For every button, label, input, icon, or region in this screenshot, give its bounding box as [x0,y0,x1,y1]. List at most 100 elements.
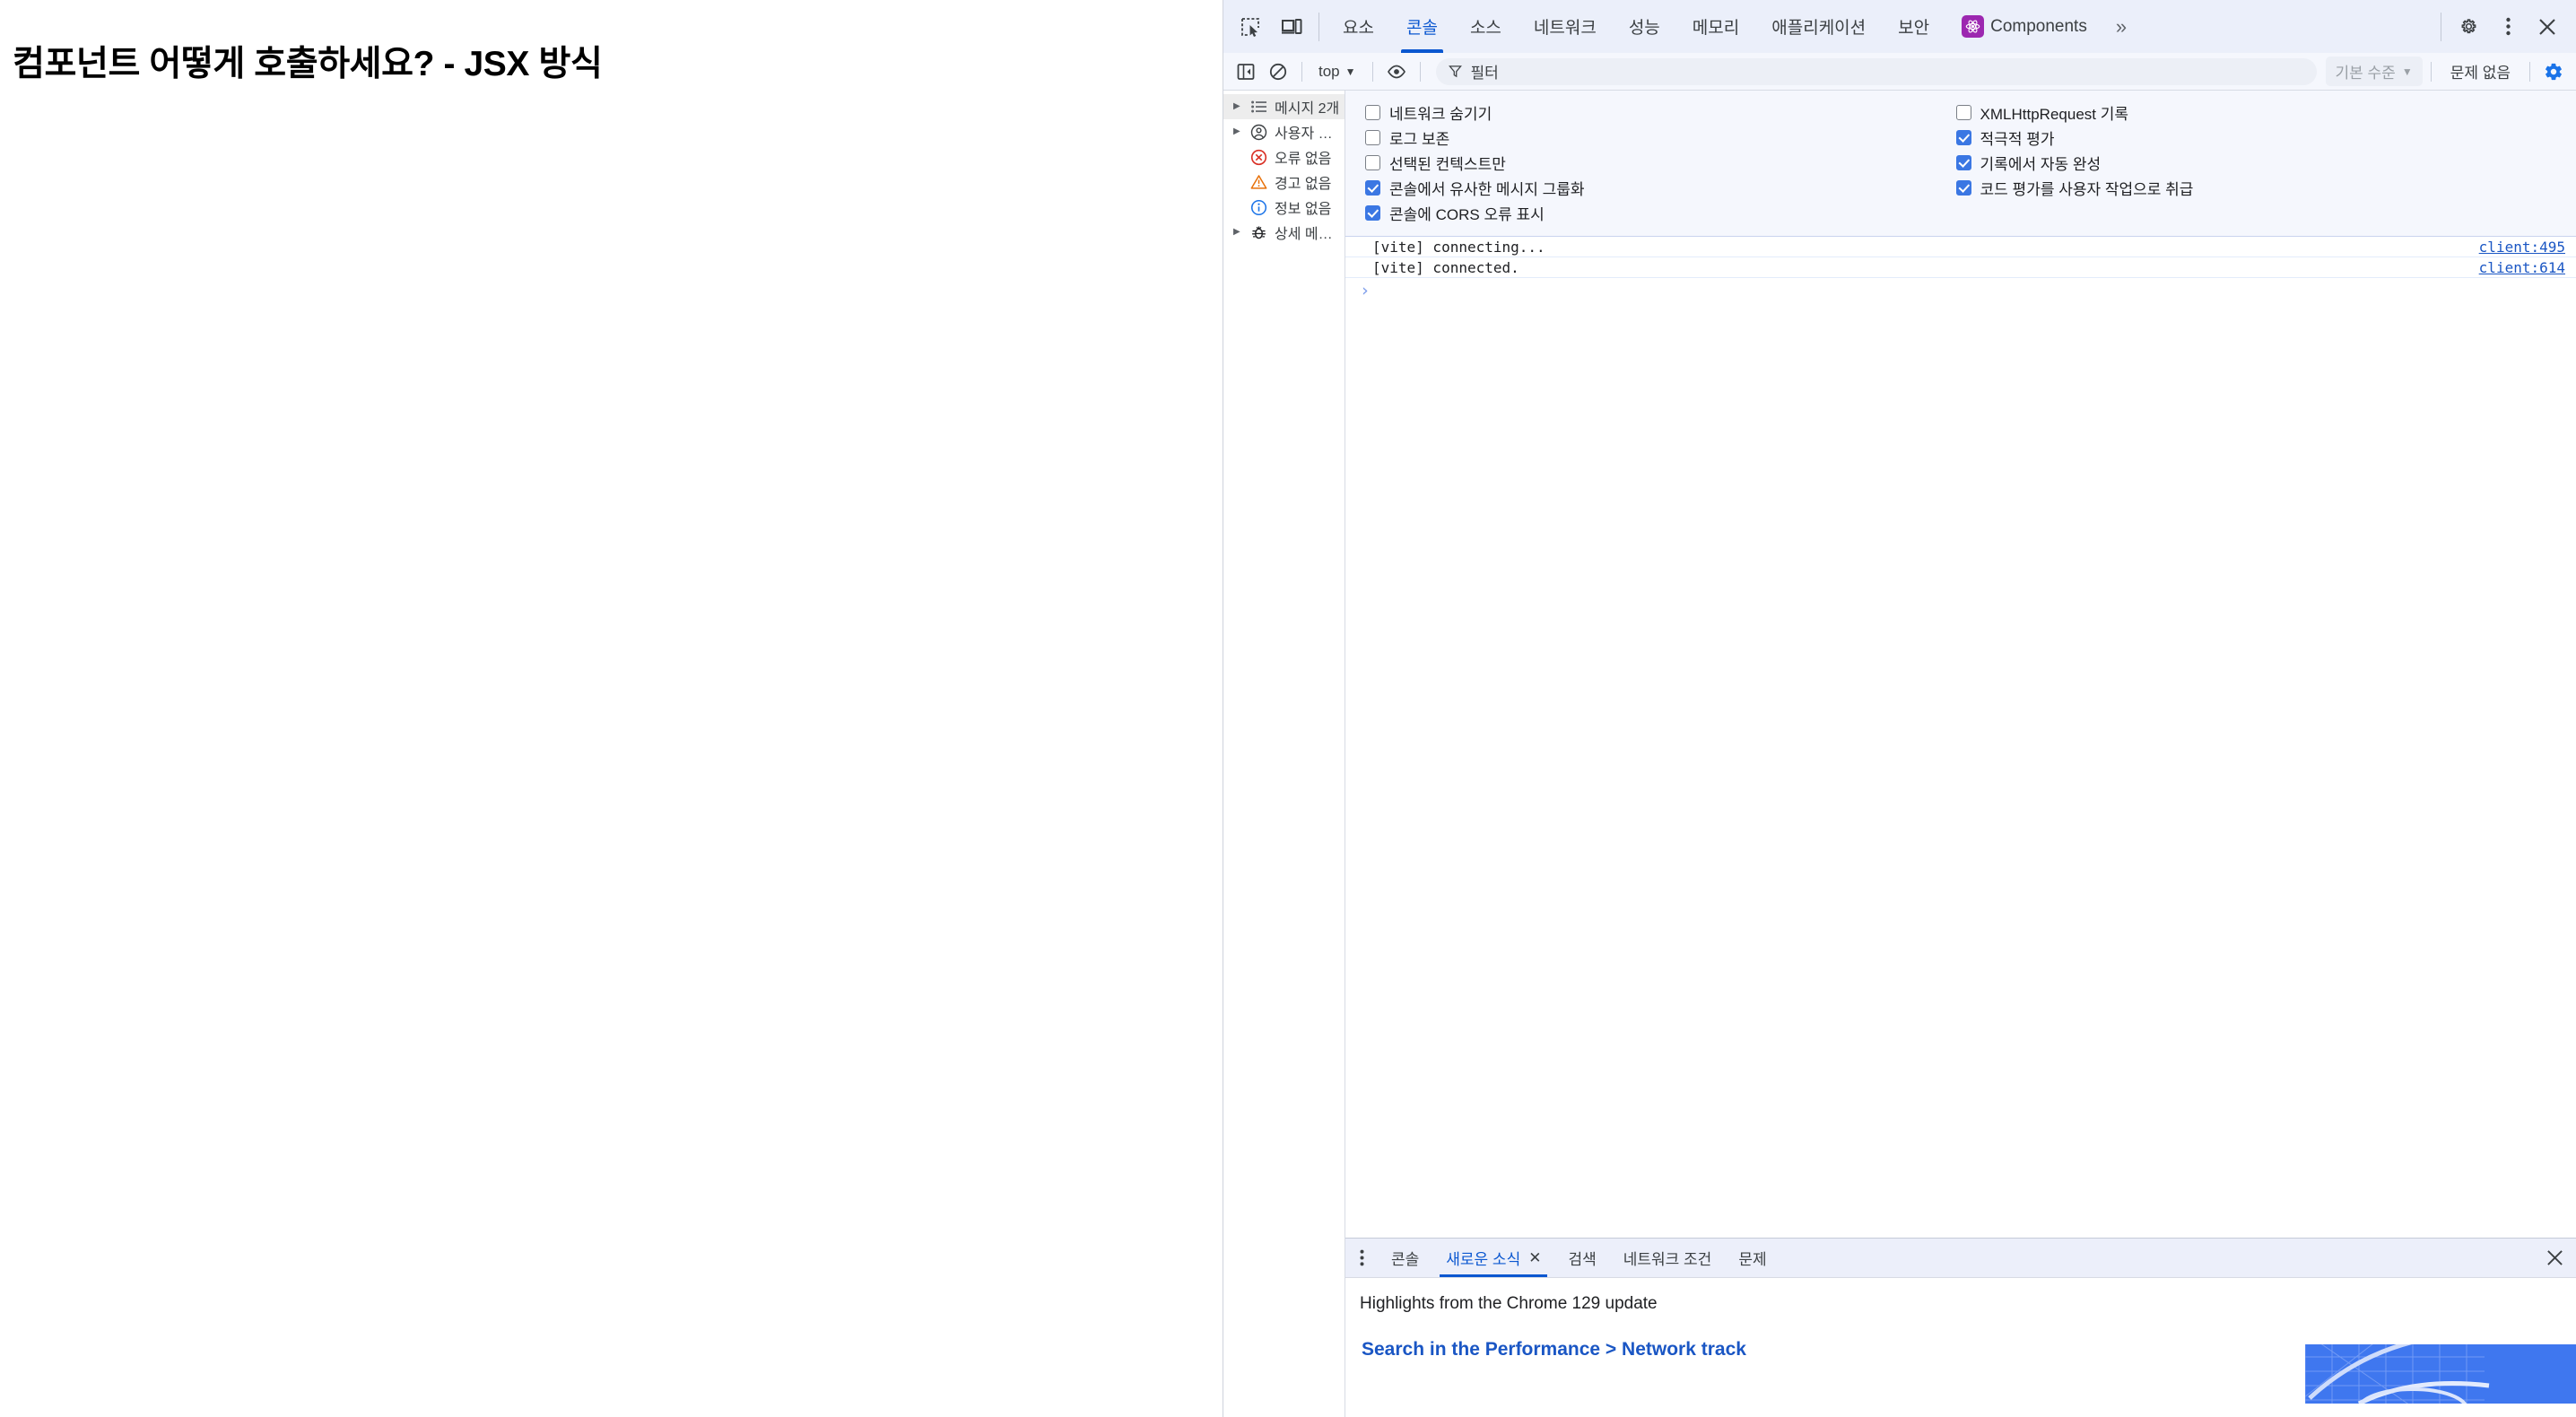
drawer-close-button[interactable] [2533,1239,2576,1277]
whats-new-content: Highlights from the Chrome 129 update Se… [1345,1278,2576,1417]
expand-arrow-icon[interactable]: ▶ [1233,102,1243,111]
drawer-tab-network-conditions[interactable]: 네트워크 조건 [1610,1239,1726,1277]
checkbox-box[interactable] [1365,130,1380,145]
expand-arrow-icon[interactable]: ▶ [1233,228,1243,237]
close-icon [2538,18,2556,36]
close-icon[interactable]: ✕ [1528,1250,1541,1265]
drawer-tab-label: 새로운 소식 [1446,1247,1520,1269]
console-message-list: [vite] connecting... client:495 [vite] c… [1345,237,2576,1238]
sidebar-item-user-messages[interactable]: ▶ 사용자 메시... [1223,119,1345,144]
device-toolbar-icon [1281,17,1302,37]
eye-icon [1387,64,1406,80]
settings-right-column: XMLHttpRequest 기록 적극적 평가 기록에서 자동 완성 [1936,100,2576,225]
sidebar-item-label: 메시지 2개 [1275,96,1339,117]
tab-memory[interactable]: 메모리 [1676,0,1755,53]
inspect-element-button[interactable] [1231,7,1270,47]
live-expression-button[interactable] [1381,57,1412,86]
checkbox-treat-eval-as-user-action[interactable]: 코드 평가를 사용자 작업으로 취급 [1956,175,2576,200]
toolbar-divider [1301,62,1302,82]
checkbox-autocomplete-from-history[interactable]: 기록에서 자동 완성 [1956,150,2576,175]
sidebar-item-verbose[interactable]: ▶ 상세 메시지 ... [1223,220,1345,245]
inspect-element-icon [1240,17,1260,37]
drawer-tab-label: 문제 [1738,1247,1766,1269]
checkbox-log-xmlhttprequests[interactable]: XMLHttpRequest 기록 [1956,100,2576,125]
tab-components[interactable]: Components [1945,0,2103,53]
tab-label: 성능 [1629,14,1660,39]
clear-console-button[interactable] [1263,57,1293,86]
execution-context-selector[interactable]: top ▼ [1310,60,1364,83]
log-level-selector[interactable]: 기본 수준 ▼ [2326,57,2423,86]
tab-security[interactable]: 보안 [1882,0,1945,53]
checkbox-box[interactable] [1956,155,1971,170]
expand-arrow-icon[interactable]: ▶ [1233,127,1243,136]
console-message-text: [vite] connecting... [1372,239,2479,256]
sidebar-item-messages[interactable]: ▶ 메시지 2개 [1223,94,1345,119]
console-message-source-link[interactable]: client:495 [2479,239,2565,256]
react-atom-icon [1962,15,1984,38]
console-body: ▶ 메시지 2개 ▶ [1223,91,2576,1417]
funnel-icon [1449,65,1462,78]
more-tabs-button[interactable]: » [2103,0,2139,53]
checkbox-preserve-log[interactable]: 로그 보존 [1365,125,1936,150]
gear-icon [2459,16,2479,37]
whats-new-link[interactable]: Search in the Performance > Network trac… [1362,1339,1746,1360]
app-root: 컴포넌트 어떻게 호출하세요? - JSX 방식 [0,0,2576,1417]
checkbox-box[interactable] [1365,180,1380,196]
tab-application[interactable]: 애플리케이션 [1755,0,1882,53]
console-message-row[interactable]: [vite] connecting... client:495 [1345,237,2576,257]
tab-console[interactable]: 콘솔 [1390,0,1454,53]
checkbox-box[interactable] [1365,105,1380,120]
console-filter-input[interactable]: 필터 [1436,58,2317,85]
device-toolbar-button[interactable] [1272,7,1311,47]
log-level-label: 기본 수준 [2336,60,2396,83]
sidebar-item-warnings[interactable]: ▶ 경고 없음 [1223,170,1345,195]
checkbox-box[interactable] [1365,155,1380,170]
checkbox-box[interactable] [1956,105,1971,120]
tab-label: 보안 [1898,14,1929,39]
console-main: 네트워크 숨기기 로그 보존 선택된 컨텍스트만 콘솔에서 유사한 메 [1345,91,2576,1417]
sidebar-item-label: 경고 없음 [1275,171,1331,193]
tab-network[interactable]: 네트워크 [1518,0,1613,53]
console-settings-pane: 네트워크 숨기기 로그 보존 선택된 컨텍스트만 콘솔에서 유사한 메 [1345,91,2576,237]
console-message-row[interactable]: [vite] connected. client:614 [1345,257,2576,278]
checkbox-label: 기록에서 자동 완성 [1980,152,2102,174]
checkbox-box[interactable] [1956,130,1971,145]
devtools-settings-button[interactable] [2449,7,2488,47]
tab-sources[interactable]: 소스 [1454,0,1518,53]
drawer-tab-search[interactable]: 검색 [1554,1239,1609,1277]
tab-label: 콘솔 [1406,14,1438,39]
issues-counter[interactable]: 문제 없음 [2440,60,2521,83]
checkbox-eager-evaluation[interactable]: 적극적 평가 [1956,125,2576,150]
sidebar-item-label: 정보 없음 [1275,196,1331,218]
checkbox-show-cors-errors[interactable]: 콘솔에 CORS 오류 표시 [1365,200,1936,225]
console-toolbar: top ▼ 필터 기본 수준 ▼ 문제 없음 [1223,53,2576,91]
tab-elements[interactable]: 요소 [1327,0,1390,53]
checkbox-hide-network[interactable]: 네트워크 숨기기 [1365,100,1936,125]
sidebar-item-label: 사용자 메시... [1275,121,1345,143]
console-settings-button[interactable] [2538,57,2569,86]
console-message-source-link[interactable]: client:614 [2479,259,2565,276]
close-drawer-icon [2546,1249,2563,1266]
tab-performance[interactable]: 성능 [1613,0,1676,53]
checkbox-box[interactable] [1956,180,1971,196]
checkbox-selected-context-only[interactable]: 선택된 컨텍스트만 [1365,150,1936,175]
devtools-close-button[interactable] [2528,7,2567,47]
drawer-tab-issues[interactable]: 문제 [1725,1239,1780,1277]
drawer-tab-console[interactable]: 콘솔 [1378,1239,1432,1277]
checkbox-group-similar[interactable]: 콘솔에서 유사한 메시지 그룹화 [1365,175,1936,200]
list-icon [1249,100,1268,113]
console-prompt[interactable]: › [1345,278,2576,303]
chevron-down-icon: ▼ [2402,65,2413,78]
devtools-more-menu-button[interactable] [2488,7,2528,47]
drawer-more-options-button[interactable] [1345,1239,1378,1277]
drawer-tab-whats-new[interactable]: 새로운 소식 ✕ [1432,1239,1554,1277]
tab-label: 애플리케이션 [1771,14,1866,39]
whats-new-thumbnail [2305,1344,2576,1404]
settings-gear-icon [2544,62,2563,82]
sidebar-item-errors[interactable]: ▶ 오류 없음 [1223,144,1345,170]
tab-label: 네트워크 [1534,14,1597,39]
console-sidebar-toggle-button[interactable] [1231,57,1261,86]
settings-left-column: 네트워크 숨기기 로그 보존 선택된 컨텍스트만 콘솔에서 유사한 메 [1345,100,1936,225]
sidebar-item-info[interactable]: ▶ 정보 없음 [1223,195,1345,220]
checkbox-box[interactable] [1365,205,1380,221]
